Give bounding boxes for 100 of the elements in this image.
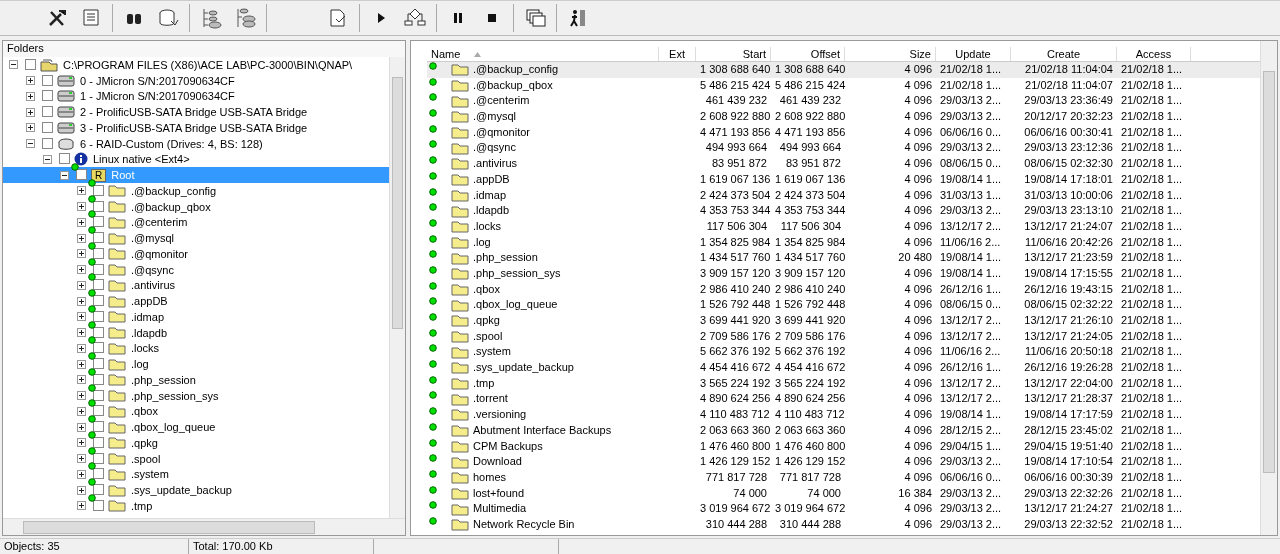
table-row[interactable]: Download 1 426 129 152 1 426 129 152 4 096 29/03/13 2... 19/08/14 17:10:54 21/02/18 1... — [427, 454, 1260, 470]
expander-icon[interactable] — [26, 123, 35, 133]
table-row[interactable]: .@qsync 494 993 664 494 993 664 4 096 29/03/13 2... 29/03/13 23:12:36 21/02/18 1... — [427, 140, 1260, 157]
expander-icon[interactable] — [77, 359, 86, 369]
expander-icon[interactable] — [26, 139, 35, 149]
column-header[interactable]: Name — [427, 47, 659, 61]
checkbox[interactable] — [42, 74, 53, 86]
tree-item[interactable]: 0 - JMicron S/N:2017090634CF — [3, 72, 389, 89]
tree-item[interactable]: .sys_update_backup — [3, 482, 389, 498]
checkbox[interactable] — [93, 452, 104, 464]
table-row[interactable]: .@backup_qbox 5 486 215 424 5 486 215 424 4 096 21/02/18 1... 21/02/18 11:04:07 21/02/18 1... — [427, 77, 1260, 94]
tree-item[interactable]: .@centerim — [3, 214, 389, 231]
expander-icon[interactable] — [26, 91, 35, 101]
expander-icon[interactable] — [77, 406, 86, 416]
checkbox[interactable] — [93, 436, 104, 448]
expander-icon[interactable] — [77, 296, 86, 306]
tree-item[interactable]: .ldapdb — [3, 324, 389, 341]
expander-icon[interactable] — [26, 107, 35, 117]
table-row[interactable]: .@centerim 461 439 232 461 439 232 4 096 29/03/13 2... 29/03/13 23:36:49 21/02/18 1... — [427, 93, 1260, 110]
expander-icon[interactable] — [77, 312, 86, 322]
expander-icon[interactable] — [77, 186, 86, 196]
tree-item[interactable]: .php_session_sys — [3, 387, 389, 404]
checkbox[interactable] — [93, 421, 104, 433]
checkbox[interactable] — [93, 326, 104, 338]
expander-icon[interactable] — [77, 328, 86, 338]
checkbox[interactable] — [93, 279, 104, 291]
table-row[interactable]: .system 5 662 376 192 5 662 376 192 4 096 11/06/16 2... 11/06/16 20:50:18 21/02/18 1... — [427, 344, 1260, 361]
tree-item[interactable]: .appDB — [3, 293, 389, 309]
table-row[interactable]: .qpkg 3 699 441 920 3 699 441 920 4 096 13/12/17 2... 13/12/17 21:26:10 21/02/18 1... — [427, 313, 1260, 329]
expander-icon[interactable] — [77, 485, 86, 495]
column-header[interactable]: Ext — [659, 47, 696, 61]
checkbox[interactable] — [93, 200, 104, 212]
column-header[interactable]: Update — [936, 47, 1011, 61]
expander-icon[interactable] — [77, 202, 86, 212]
table-row[interactable]: .ldapdb 4 353 753 344 4 353 753 344 4 096 29/03/13 2... 29/03/13 23:13:10 21/02/18 1... — [427, 203, 1260, 219]
tree-item[interactable]: .qbox_log_queue — [3, 419, 389, 435]
tree-item[interactable]: .@mysql — [3, 230, 389, 246]
checkbox[interactable] — [93, 358, 104, 370]
tree-item[interactable]: Linux native <Ext4> — [3, 151, 389, 168]
tree-item[interactable]: .spool — [3, 450, 389, 467]
table-row[interactable]: .spool 2 709 586 176 2 709 586 176 4 096 13/12/17 2... 13/12/17 21:24:05 21/02/18 1... — [427, 328, 1260, 345]
table-row[interactable]: .versioning 4 110 483 712 4 110 483 712 4 096 19/08/14 1... 19/08/14 17:17:59 21/02/18 1... — [427, 407, 1260, 423]
table-row[interactable]: .locks 117 506 304 117 506 304 4 096 13/12/17 2... 13/12/17 21:24:07 21/02/18 1... — [427, 218, 1260, 235]
table-row[interactable]: Multimedia 3 019 964 672 3 019 964 672 4 096 29/03/13 2... 13/12/17 21:24:27 21/02/18 1... — [427, 501, 1260, 517]
expander-icon[interactable] — [77, 501, 86, 511]
table-row[interactable]: .qbox 2 986 410 240 2 986 410 240 4 096 26/12/16 1... 26/12/16 19:43:15 21/02/18 1... — [427, 281, 1260, 298]
checkbox[interactable] — [93, 295, 104, 307]
checkbox[interactable] — [93, 373, 104, 385]
checkbox[interactable] — [42, 121, 53, 133]
checkbox[interactable] — [42, 106, 53, 118]
expander-icon[interactable] — [77, 375, 86, 385]
checkbox[interactable] — [93, 247, 104, 259]
table-row[interactable]: .log 1 354 825 984 1 354 825 984 4 096 11/06/16 2... 11/06/16 20:42:26 21/02/18 1... — [427, 234, 1260, 251]
table-row[interactable]: .torrent 4 890 624 256 4 890 624 256 4 096 13/12/17 2... 13/12/17 21:28:37 21/02/18 1... — [427, 391, 1260, 408]
expander-icon[interactable] — [43, 154, 52, 164]
tree-item[interactable]: .@backup_config — [3, 183, 389, 199]
expander-icon[interactable] — [77, 391, 86, 401]
tree-item[interactable]: 1 - JMicron S/N:2017090634CF — [3, 88, 389, 105]
checkbox[interactable] — [93, 310, 104, 322]
table-row[interactable]: .antivirus 83 951 872 83 951 872 4 096 08/06/15 0... 08/06/15 02:32:30 21/02/18 1... — [427, 156, 1260, 172]
checkbox[interactable] — [42, 90, 53, 102]
table-row[interactable]: CPM Backups 1 476 460 800 1 476 460 800 4 096 29/04/15 1... 29/04/15 19:51:40 21/02/18 1... — [427, 438, 1260, 455]
checkbox[interactable] — [93, 263, 104, 275]
table-row[interactable]: .qbox_log_queue 1 526 792 448 1 526 792 448 4 096 08/06/15 0... 08/06/15 02:32:22 21/02/18 1... — [427, 297, 1260, 313]
table-row[interactable]: .php_session 1 434 517 760 1 434 517 760 20 480 19/08/14 1... 13/12/17 21:23:59 21/02/18 1... — [427, 250, 1260, 266]
tree-item[interactable]: .idmap — [3, 309, 389, 325]
column-header[interactable]: Offset — [771, 47, 845, 61]
tree-item[interactable]: .antivirus — [3, 277, 389, 294]
expander-icon[interactable] — [77, 280, 86, 290]
column-header[interactable]: Create — [1011, 47, 1117, 61]
tree-item[interactable]: .@backup_qbox — [3, 198, 389, 215]
checkbox[interactable] — [59, 153, 70, 165]
expander-icon[interactable] — [77, 265, 86, 275]
column-header[interactable]: Start — [696, 47, 771, 61]
tree-item[interactable]: .@qmonitor — [3, 246, 389, 262]
expander-icon[interactable] — [9, 60, 18, 70]
table-row[interactable]: .sys_update_backup 4 454 416 672 4 454 416 672 4 096 26/12/16 1... 26/12/16 19:26:28 21/02/18 1... — [427, 360, 1260, 376]
checkbox[interactable] — [93, 389, 104, 401]
vertical-scrollbar[interactable] — [389, 57, 405, 518]
column-header[interactable]: Access — [1117, 47, 1191, 61]
checkbox[interactable] — [93, 184, 104, 196]
table-row[interactable]: .appDB 1 619 067 136 1 619 067 136 4 096 19/08/14 1... 19/08/14 17:18:01 21/02/18 1... — [427, 171, 1260, 188]
expander-icon[interactable] — [77, 422, 86, 432]
checkbox[interactable] — [42, 137, 53, 149]
expander-icon[interactable] — [60, 170, 69, 180]
checkbox[interactable] — [93, 484, 104, 496]
tree-item[interactable]: .locks — [3, 340, 389, 357]
table-row[interactable]: Network Recycle Bin 310 444 288 310 444 288 4 096 29/03/13 2... 29/03/13 22:32:52 21/02/18 1... — [427, 516, 1260, 533]
table-row[interactable]: Abutment Interface Backups 2 063 663 360 2 063 663 360 4 096 28/12/15 2... 28/12/15 23:45:02 21/02/18 1... — [427, 422, 1260, 439]
expander-icon[interactable] — [77, 249, 86, 259]
expander-icon[interactable] — [26, 76, 35, 86]
tree-item[interactable]: .tmp — [3, 498, 389, 514]
expander-icon[interactable] — [77, 217, 86, 227]
expander-icon[interactable] — [77, 233, 86, 243]
checkbox[interactable] — [93, 499, 104, 511]
column-header[interactable]: Size — [845, 47, 936, 61]
table-row[interactable]: .php_session_sys 3 909 157 120 3 909 157 120 4 096 19/08/14 1... 19/08/14 17:15:55 21/02/18 1... — [427, 265, 1260, 282]
expander-icon[interactable] — [77, 469, 86, 479]
vertical-scrollbar[interactable] — [1260, 41, 1277, 535]
expander-icon[interactable] — [77, 343, 86, 353]
